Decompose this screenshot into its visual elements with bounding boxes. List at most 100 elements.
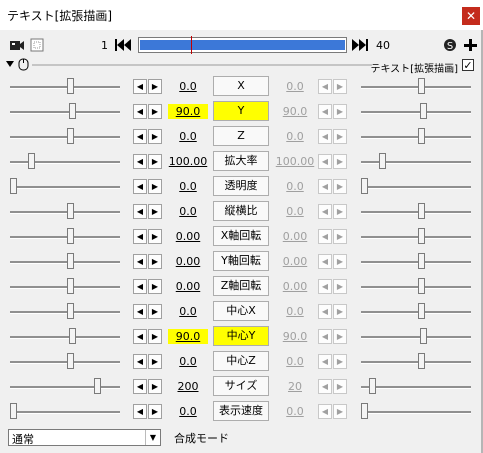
start-slider-track[interactable] [10,261,120,264]
start-stepper[interactable]: ◀ ▶ [133,404,163,419]
increase-icon[interactable]: ▶ [148,379,162,394]
decrease-icon[interactable]: ◀ [133,204,147,219]
start-slider-thumb[interactable] [69,328,76,344]
start-slider-thumb[interactable] [67,128,74,144]
start-slider-thumb[interactable] [28,153,35,169]
track-name-button[interactable]: サイズ [213,376,269,396]
start-stepper[interactable]: ◀ ▶ [133,329,163,344]
increase-icon[interactable]: ▶ [148,329,162,344]
start-slider-track[interactable] [10,136,120,139]
track-name-button[interactable]: 中心Z [213,351,269,371]
start-slider-thumb[interactable] [10,403,17,419]
seek-forward-icon[interactable] [351,38,369,52]
blend-mode-select[interactable]: 通常 ▼ [8,429,161,446]
start-stepper[interactable]: ◀ ▶ [133,104,163,119]
increase-icon[interactable]: ▶ [148,204,162,219]
end-slider-thumb[interactable] [379,153,386,169]
start-value[interactable]: 0.0 [168,79,208,94]
start-slider-thumb[interactable] [69,103,76,119]
end-slider-thumb[interactable] [420,328,427,344]
end-slider-track[interactable] [361,136,471,139]
start-slider-track[interactable] [10,111,120,114]
decrease-icon[interactable]: ◀ [133,404,147,419]
increase-icon[interactable]: ▶ [148,304,162,319]
end-slider-thumb[interactable] [418,203,425,219]
increase-icon[interactable]: ▶ [148,154,162,169]
track-name-button[interactable]: Z [213,126,269,146]
start-slider-thumb[interactable] [67,78,74,94]
decrease-icon[interactable]: ◀ [133,154,147,169]
start-stepper[interactable]: ◀ ▶ [133,254,163,269]
timeline-cursor[interactable] [191,36,192,54]
start-value[interactable]: 0.00 [168,254,208,269]
increase-icon[interactable]: ▶ [148,229,162,244]
start-slider-track[interactable] [10,411,120,414]
start-slider-track[interactable] [10,311,120,314]
visible-checkbox[interactable]: ✓ [462,59,474,71]
start-slider-thumb[interactable] [94,378,101,394]
track-name-button[interactable]: 中心X [213,301,269,321]
increase-icon[interactable]: ▶ [148,179,162,194]
start-slider-thumb[interactable] [10,178,17,194]
start-slider-track[interactable] [10,211,120,214]
start-value[interactable]: 100.00 [168,154,208,169]
start-value[interactable]: 0.0 [168,304,208,319]
end-slider-thumb[interactable] [361,178,368,194]
close-button[interactable]: ✕ [462,7,480,25]
decrease-icon[interactable]: ◀ [133,379,147,394]
end-slider-track[interactable] [361,336,471,339]
end-slider-thumb[interactable] [418,303,425,319]
end-slider-thumb[interactable] [361,403,368,419]
increase-icon[interactable]: ▶ [148,279,162,294]
end-slider-track[interactable] [361,211,471,214]
end-slider-track[interactable] [361,386,471,389]
start-stepper[interactable]: ◀ ▶ [133,229,163,244]
start-value[interactable]: 0.0 [168,354,208,369]
end-slider-track[interactable] [361,86,471,89]
end-slider-track[interactable] [361,286,471,289]
seek-back-icon[interactable] [114,38,132,52]
start-slider-thumb[interactable] [67,228,74,244]
track-name-button[interactable]: X軸回転 [213,226,269,246]
end-slider-track[interactable] [361,161,471,164]
start-value[interactable]: 0.0 [168,129,208,144]
end-slider-track[interactable] [361,311,471,314]
end-slider-track[interactable] [361,111,471,114]
end-slider-track[interactable] [361,361,471,364]
end-slider-thumb[interactable] [418,78,425,94]
start-stepper[interactable]: ◀ ▶ [133,279,163,294]
end-slider-thumb[interactable] [418,128,425,144]
start-stepper[interactable]: ◀ ▶ [133,179,163,194]
start-slider-track[interactable] [10,361,120,364]
start-slider-thumb[interactable] [67,353,74,369]
decrease-icon[interactable]: ◀ [133,304,147,319]
decrease-icon[interactable]: ◀ [133,179,147,194]
start-slider-thumb[interactable] [67,253,74,269]
track-name-button[interactable]: 縦横比 [213,201,269,221]
start-value[interactable]: 0.00 [168,279,208,294]
end-slider-track[interactable] [361,411,471,414]
track-name-button[interactable]: 表示速度 [213,401,269,421]
start-value[interactable]: 0.00 [168,229,208,244]
increase-icon[interactable]: ▶ [148,404,162,419]
frame-timeline[interactable] [138,36,347,54]
track-name-button[interactable]: X [213,76,269,96]
track-name-button[interactable]: Z軸回転 [213,276,269,296]
decrease-icon[interactable]: ◀ [133,254,147,269]
start-stepper[interactable]: ◀ ▶ [133,304,163,319]
end-slider-thumb[interactable] [418,353,425,369]
start-value[interactable]: 0.0 [168,204,208,219]
decrease-icon[interactable]: ◀ [133,354,147,369]
decrease-icon[interactable]: ◀ [133,79,147,94]
increase-icon[interactable]: ▶ [148,104,162,119]
start-stepper[interactable]: ◀ ▶ [133,79,163,94]
track-name-button[interactable]: 中心Y [213,326,269,346]
decrease-icon[interactable]: ◀ [133,129,147,144]
end-slider-thumb[interactable] [420,103,427,119]
start-value[interactable]: 200 [168,379,208,394]
increase-icon[interactable]: ▶ [148,254,162,269]
start-slider-thumb[interactable] [67,203,74,219]
clipping-icon[interactable] [29,37,45,53]
track-name-button[interactable]: 拡大率 [213,151,269,171]
end-slider-thumb[interactable] [418,278,425,294]
